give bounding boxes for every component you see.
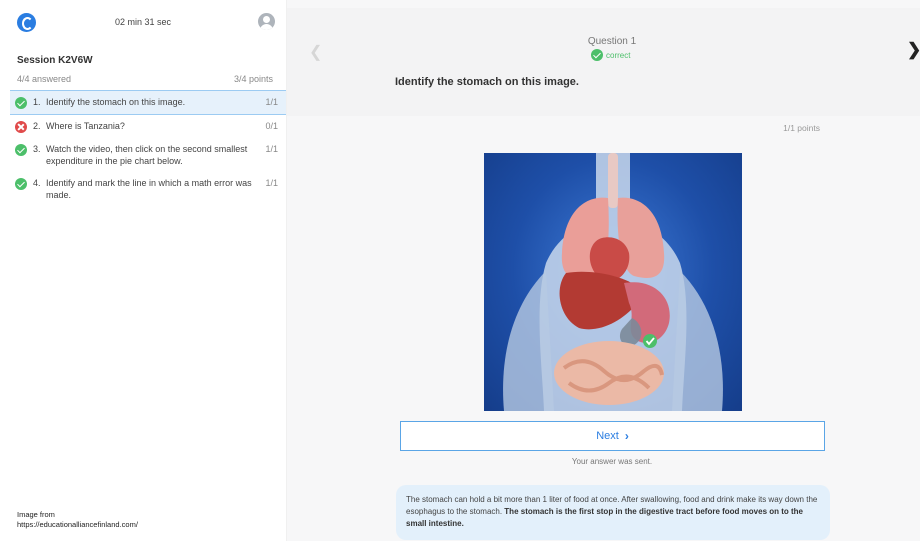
question-score: 1/1 <box>265 178 278 188</box>
credit-url: https://educationalliancefinland.com/ <box>17 520 138 529</box>
chevron-right-icon: › <box>624 429 629 443</box>
main-panel: ❮ ❯ Question 1 correct Identify the stom… <box>287 0 920 541</box>
question-label: Question 1 <box>587 36 637 47</box>
question-number: 4. <box>33 178 41 188</box>
profile-icon[interactable] <box>258 13 275 30</box>
question-number: 1. <box>33 97 41 107</box>
image-credit: Image from https://educationalliancefinl… <box>17 510 138 530</box>
points-total: 3/4 points <box>233 74 273 84</box>
question-score: 0/1 <box>265 121 278 131</box>
app-logo-icon[interactable] <box>17 13 36 32</box>
anatomy-illustration <box>503 153 723 411</box>
explanation-box: The stomach can hold a bit more than 1 l… <box>396 485 830 540</box>
question-item-3[interactable]: 3. Watch the video, then click on the se… <box>10 138 286 172</box>
sent-confirmation: Your answer was sent. <box>571 457 653 466</box>
question-item-4[interactable]: 4. Identify and mark the line in which a… <box>10 172 286 206</box>
page-title: Identify the stomach on this image. <box>395 76 579 88</box>
anatomy-image[interactable] <box>484 153 742 411</box>
check-circle-icon <box>15 97 27 109</box>
credit-line: Image from <box>17 510 55 519</box>
question-text: Watch the video, then click on the secon… <box>46 144 248 166</box>
timer: 02 min 31 sec <box>114 17 172 27</box>
next-button[interactable]: Next › <box>400 421 825 451</box>
x-circle-icon <box>15 121 27 133</box>
check-circle-icon <box>643 334 657 348</box>
status-badge: correct <box>591 49 630 61</box>
question-list: 1. Identify the stomach on this image. 1… <box>10 90 286 206</box>
question-text: Identify and mark the line in which a ma… <box>46 178 252 200</box>
chevron-right-icon[interactable]: ❯ <box>907 40 920 60</box>
question-number: 3. <box>33 144 41 154</box>
status-text: correct <box>606 50 631 60</box>
question-score: 1/1 <box>265 97 278 107</box>
check-circle-icon <box>15 144 27 156</box>
question-item-2[interactable]: 2. Where is Tanzania? 0/1 <box>10 115 286 138</box>
question-score: 1/1 <box>265 144 278 154</box>
question-header <box>287 8 920 116</box>
session-title: Session K2V6W <box>17 55 93 66</box>
question-text: Where is Tanzania? <box>46 121 125 131</box>
check-circle-icon <box>591 49 603 61</box>
sidebar: 02 min 31 sec Session K2V6W 4/4 answered… <box>0 0 287 541</box>
answered-count: 4/4 answered <box>17 74 72 84</box>
question-text: Identify the stomach on this image. <box>46 97 186 107</box>
question-item-1[interactable]: 1. Identify the stomach on this image. 1… <box>10 90 286 115</box>
chevron-left-icon[interactable]: ❮ <box>309 42 322 62</box>
question-number: 2. <box>33 121 41 131</box>
next-button-label: Next <box>596 430 619 442</box>
question-points: 1/1 points <box>783 123 820 133</box>
check-circle-icon <box>15 178 27 190</box>
